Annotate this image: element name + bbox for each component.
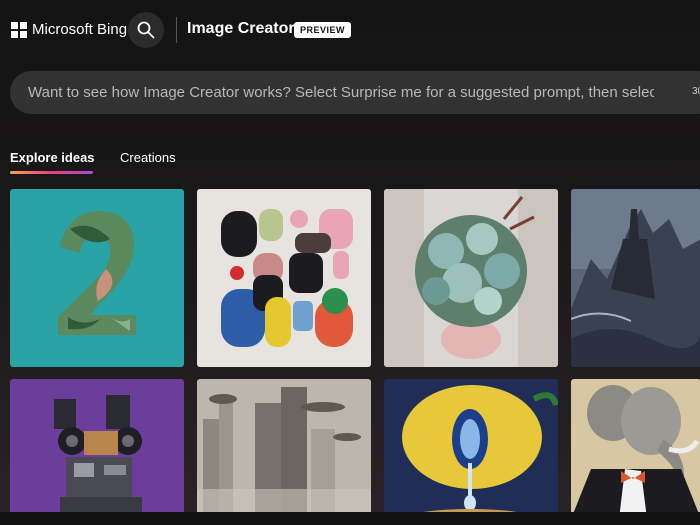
gallery-tile-lemon-faucet[interactable] xyxy=(384,379,558,519)
tile-image xyxy=(10,379,184,519)
prompt-bar: 30 xyxy=(10,71,700,114)
tab-creations[interactable]: Creations xyxy=(120,150,176,165)
tile-image xyxy=(197,189,371,367)
gallery-tile-succulent-bouquet[interactable] xyxy=(384,189,558,367)
gallery-tile-foggy-city[interactable] xyxy=(197,379,371,519)
tile-image xyxy=(384,379,558,519)
gallery-tile-number-two[interactable] xyxy=(10,189,184,367)
preview-badge: PREVIEW xyxy=(294,22,352,38)
boost-count: 30 xyxy=(692,86,700,97)
search-button[interactable] xyxy=(128,12,164,48)
gallery-tile-elephant-tuxedo[interactable] xyxy=(571,379,700,519)
header: Microsoft Bing Image Creator PREVIEW xyxy=(0,0,700,60)
tile-image xyxy=(10,189,184,367)
gallery-tile-dark-castle[interactable] xyxy=(571,189,700,367)
gallery-tile-robot-speakers[interactable] xyxy=(10,379,184,519)
tab-explore-ideas[interactable]: Explore ideas xyxy=(10,150,95,165)
header-divider xyxy=(176,17,177,43)
active-tab-indicator xyxy=(10,171,93,174)
brand-name[interactable]: Microsoft Bing xyxy=(32,21,127,38)
tile-image xyxy=(197,379,371,519)
gallery-tile-abstract-shapes[interactable] xyxy=(197,189,371,367)
search-icon xyxy=(137,21,155,39)
microsoft-logo-icon[interactable] xyxy=(11,22,27,38)
tile-image xyxy=(571,379,700,519)
bottom-edge xyxy=(0,512,700,525)
product-title[interactable]: Image Creator xyxy=(187,20,295,38)
tile-image xyxy=(571,189,700,367)
tile-image xyxy=(384,189,558,367)
prompt-input[interactable] xyxy=(28,71,654,114)
